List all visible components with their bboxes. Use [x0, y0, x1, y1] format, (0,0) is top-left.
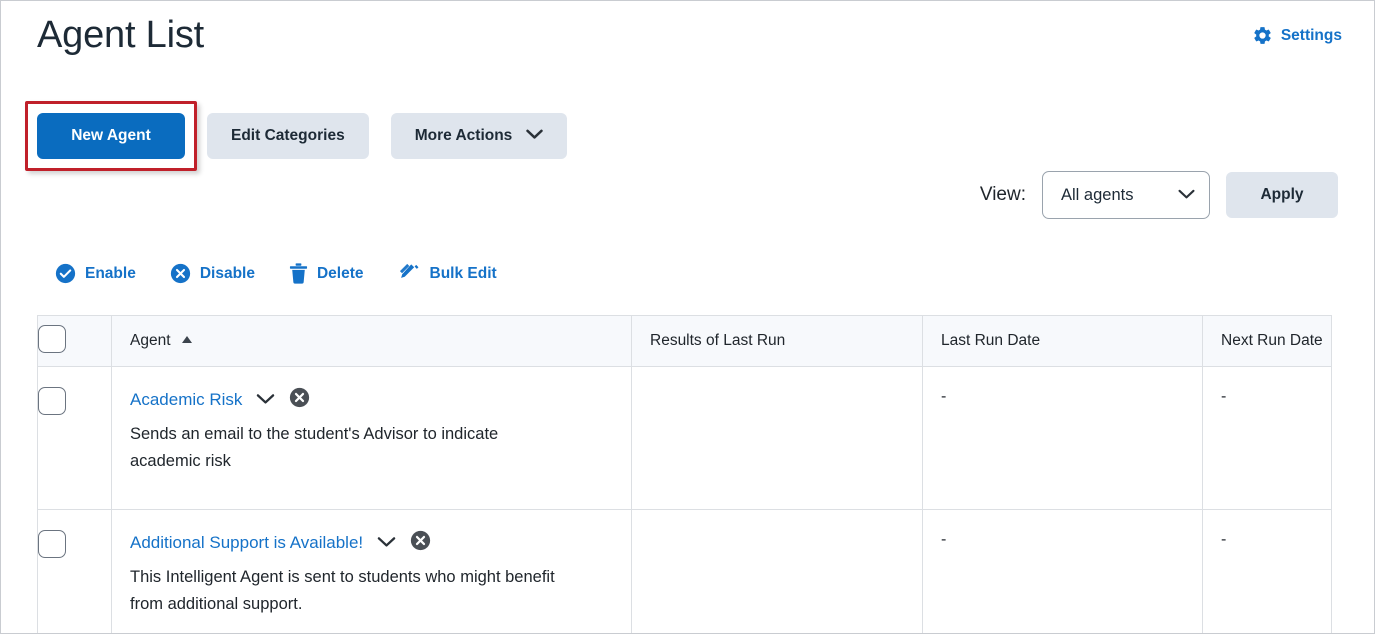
x-circle-icon[interactable] — [289, 387, 310, 413]
agent-name-row: Additional Support is Available! — [130, 530, 613, 556]
chevron-down-icon — [1178, 186, 1195, 205]
agent-name-link[interactable]: Academic Risk — [130, 390, 242, 410]
view-select-value: All agents — [1061, 185, 1134, 204]
page-content: Agent List Settings New Agent Edit Categ… — [1, 1, 1374, 633]
primary-toolbar: New Agent Edit Categories More Actions — [37, 113, 568, 159]
agent-description: This Intelligent Agent is sent to studen… — [130, 568, 555, 613]
edit-categories-button[interactable]: Edit Categories — [207, 113, 369, 159]
agent-cell: Academic Risk Sends an email to the stud… — [111, 366, 632, 510]
column-header-agent-label: Agent — [130, 332, 171, 349]
column-header-next-run-date[interactable]: Next Run Date — [1202, 315, 1332, 367]
row-select-cell — [37, 366, 112, 510]
x-circle-icon[interactable] — [410, 530, 431, 556]
column-header-last-run-date[interactable]: Last Run Date — [922, 315, 1203, 367]
table-row: Academic Risk Sends an email to the stud… — [37, 366, 1332, 510]
row-select-cell — [37, 509, 112, 633]
agent-cell: Additional Support is Available! This In… — [111, 509, 632, 633]
page-title: Agent List — [37, 14, 204, 56]
agent-description: Sends an email to the student's Advisor … — [130, 425, 499, 470]
table-header-row: Agent Results of Last Run Last Run Date … — [37, 315, 1332, 367]
results-of-last-run-cell — [631, 509, 923, 633]
chevron-down-icon — [526, 127, 544, 145]
table-header: Agent Results of Last Run Last Run Date … — [37, 315, 1332, 367]
new-agent-button[interactable]: New Agent — [37, 113, 185, 159]
results-of-last-run-cell — [631, 366, 923, 510]
next-run-date-cell: - — [1202, 366, 1332, 510]
row-checkbox[interactable] — [38, 530, 66, 558]
enable-label: Enable — [85, 264, 136, 282]
table-body: Academic Risk Sends an email to the stud… — [37, 366, 1332, 633]
next-run-date-value: - — [1221, 388, 1227, 405]
view-select[interactable]: All agents — [1042, 171, 1210, 219]
bulk-edit-action[interactable]: Bulk Edit — [398, 263, 497, 284]
last-run-date-cell: - — [922, 366, 1203, 510]
view-filter-row: View: All agents Apply — [980, 171, 1338, 219]
x-circle-icon — [170, 263, 191, 284]
next-run-date-value: - — [1221, 531, 1227, 548]
last-run-date-value: - — [941, 531, 947, 548]
sort-ascending-icon — [181, 336, 192, 343]
agent-name-link[interactable]: Additional Support is Available! — [130, 533, 363, 553]
chevron-down-icon[interactable] — [256, 391, 275, 410]
next-run-date-cell: - — [1202, 509, 1332, 633]
delete-action[interactable]: Delete — [289, 263, 364, 284]
settings-link[interactable]: Settings — [1252, 25, 1342, 46]
check-circle-icon — [55, 263, 76, 284]
more-actions-label: More Actions — [414, 127, 513, 144]
view-label: View: — [979, 184, 1026, 205]
bulk-edit-label: Bulk Edit — [429, 264, 497, 282]
settings-label: Settings — [1280, 26, 1342, 44]
more-actions-button[interactable]: More Actions — [390, 113, 568, 159]
table-row: Additional Support is Available! This In… — [37, 509, 1332, 633]
last-run-date-cell: - — [922, 509, 1203, 633]
disable-action[interactable]: Disable — [170, 263, 255, 284]
delete-label: Delete — [316, 264, 364, 282]
select-all-checkbox[interactable] — [38, 324, 66, 353]
column-header-agent[interactable]: Agent — [111, 315, 632, 367]
apply-button[interactable]: Apply — [1226, 172, 1338, 218]
chevron-down-icon[interactable] — [377, 534, 396, 553]
pencil-icon — [398, 263, 421, 284]
trash-icon — [289, 263, 308, 284]
column-header-results[interactable]: Results of Last Run — [631, 315, 923, 367]
row-checkbox[interactable] — [38, 387, 66, 415]
agent-table: Agent Results of Last Run Last Run Date … — [37, 315, 1332, 633]
agent-list-screen: Agent List Settings New Agent Edit Categ… — [0, 0, 1375, 634]
enable-action[interactable]: Enable — [55, 263, 136, 284]
gear-icon — [1252, 25, 1273, 46]
bulk-action-bar: Enable Disable Delete Bulk Edit — [55, 263, 497, 284]
disable-label: Disable — [199, 264, 255, 282]
agent-name-row: Academic Risk — [130, 387, 613, 413]
last-run-date-value: - — [941, 388, 947, 405]
select-all-header — [37, 315, 112, 367]
